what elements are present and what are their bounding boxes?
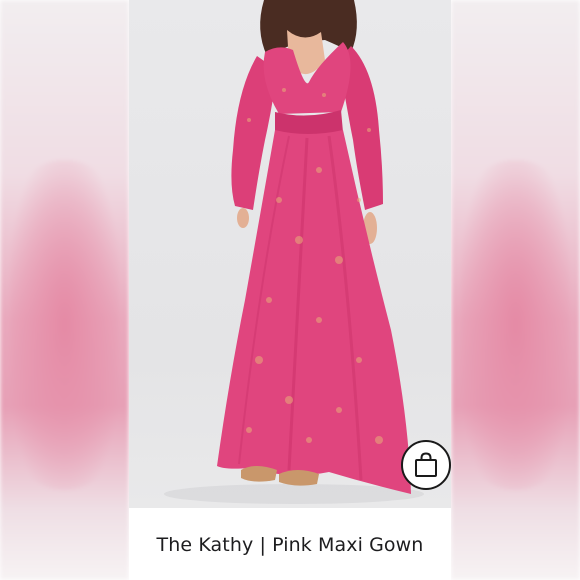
shoe-right — [279, 470, 319, 486]
blurred-dress-glow — [461, 160, 570, 490]
product-photo[interactable] — [129, 0, 451, 508]
shopping-bag-button[interactable] — [401, 440, 451, 490]
listing-title[interactable]: The Kathy | Pink Maxi Gown — [129, 534, 451, 556]
blurred-dress-glow — [10, 160, 119, 490]
blurred-background-right — [451, 0, 580, 580]
blurred-background-left — [0, 0, 129, 580]
listing-frame: The Kathy | Pink Maxi Gown — [0, 0, 580, 580]
listing-card[interactable]: The Kathy | Pink Maxi Gown — [129, 0, 451, 580]
shoe-left — [241, 466, 277, 482]
hand-left — [237, 208, 249, 228]
shopping-bag-icon — [415, 452, 437, 477]
dress-model-illustration — [164, 0, 424, 504]
